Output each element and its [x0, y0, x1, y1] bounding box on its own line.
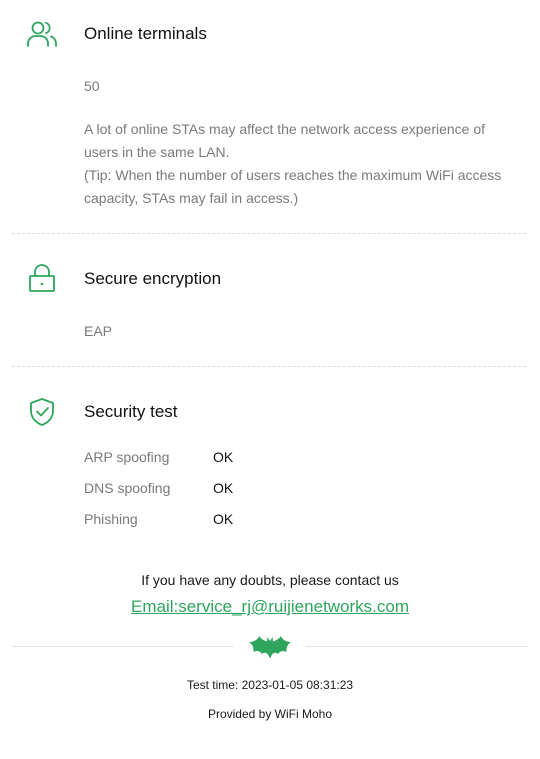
- online-terminals-count: 50: [84, 78, 100, 94]
- test-label: ARP spoofing: [84, 449, 170, 465]
- bat-logo-icon: [248, 632, 292, 660]
- tip-text: (Tip: When the number of users reaches t…: [84, 167, 502, 206]
- security-test-title: Security test: [84, 402, 178, 421]
- footer-divider-right: [306, 646, 528, 647]
- users-icon: [26, 18, 58, 50]
- section-divider: [12, 366, 526, 367]
- secure-encryption-title: Secure encryption: [84, 269, 222, 288]
- contact-email-link[interactable]: Email:service_rj@ruijienetworks.com: [131, 597, 409, 616]
- test-status: OK: [213, 511, 234, 527]
- test-time: Test time: 2023-01-05 08:31:23: [186, 678, 354, 692]
- test-status: OK: [213, 480, 234, 496]
- provided-by: Provided by WiFi Moho: [207, 707, 333, 721]
- footer-divider-left: [12, 646, 234, 647]
- shield-check-icon: [26, 396, 58, 428]
- section-divider: [12, 233, 526, 234]
- lock-icon: [26, 263, 58, 295]
- test-status: OK: [213, 449, 234, 465]
- contact-text: If you have any doubts, please contact u…: [141, 572, 399, 588]
- test-label: DNS spoofing: [84, 480, 171, 496]
- online-terminals-title: Online terminals: [84, 24, 207, 43]
- test-label: Phishing: [84, 511, 138, 527]
- description-text: A lot of online STAs may affect the netw…: [84, 121, 486, 160]
- online-terminals-description: A lot of online STAs may affect the netw…: [84, 118, 504, 210]
- encryption-type-value: EAP: [84, 323, 113, 339]
- contact-email-container: Email:service_rj@ruijienetworks.com: [0, 597, 540, 617]
